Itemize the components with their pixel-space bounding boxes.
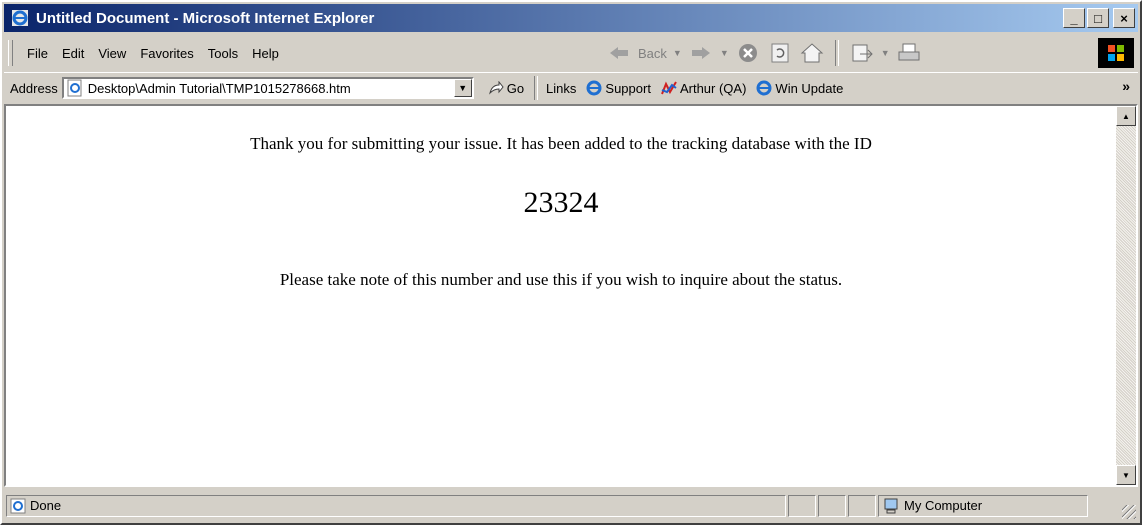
status-bar: Done My Computer (4, 490, 1138, 521)
status-cell-2 (818, 494, 846, 517)
print-icon[interactable] (896, 40, 922, 66)
links-label[interactable]: Links (546, 81, 576, 96)
status-text: Done (30, 498, 62, 513)
security-zone: My Computer (878, 494, 1088, 517)
minimize-button[interactable]: _ (1063, 8, 1085, 28)
forward-dropdown-icon[interactable]: ▼ (720, 48, 729, 58)
links-separator (534, 76, 539, 100)
menu-grip[interactable] (8, 40, 13, 66)
ie-link-icon (586, 80, 602, 96)
computer-icon (884, 498, 898, 513)
refresh-icon[interactable] (767, 40, 793, 66)
scroll-down-button[interactable]: ▼ (1116, 465, 1136, 485)
chart-link-icon (661, 81, 677, 95)
mail-icon[interactable] (849, 40, 875, 66)
ie-link-icon (756, 80, 772, 96)
page-icon (66, 79, 84, 97)
back-dropdown-icon[interactable]: ▼ (673, 48, 682, 58)
link-win-update-label: Win Update (775, 80, 844, 96)
windows-logo-icon (1098, 38, 1134, 68)
address-label: Address (10, 80, 58, 96)
link-win-update[interactable]: Win Update (756, 80, 843, 96)
address-value[interactable]: Desktop\Admin Tutorial\TMP1015278668.htm (88, 81, 448, 96)
browser-window: Untitled Document - Microsoft Internet E… (0, 0, 1142, 525)
menu-tools[interactable]: Tools (208, 46, 238, 61)
menu-edit[interactable]: Edit (62, 46, 84, 61)
security-zone-label: My Computer (904, 498, 983, 513)
page-content: Thank you for submitting your issue. It … (6, 106, 1116, 485)
status-panel: Done (6, 494, 786, 517)
back-arrow-icon[interactable] (606, 40, 632, 66)
mail-dropdown-icon[interactable]: ▼ (881, 48, 890, 58)
page-viewport: Thank you for submitting your issue. It … (4, 104, 1138, 487)
title-bar[interactable]: Untitled Document - Microsoft Internet E… (4, 4, 1138, 32)
toolbar-separator (834, 40, 839, 66)
address-dropdown-button[interactable]: ▼ (453, 79, 472, 97)
ie-status-icon (10, 498, 26, 513)
links-more-chevron-icon[interactable]: » (1122, 78, 1130, 94)
note-message: Please take note of this number and use … (279, 270, 843, 289)
menu-bar: File Edit View Favorites Tools Help (4, 35, 1138, 71)
confirmation-message: Thank you for submitting your issue. It … (250, 134, 872, 153)
status-cell-3 (848, 494, 876, 517)
standard-toolbar: Back ▼ ▼ ▼ (606, 38, 922, 68)
forward-arrow-icon[interactable] (688, 40, 714, 66)
link-arthur-qa[interactable]: Arthur (QA) (661, 80, 746, 96)
address-input[interactable]: Desktop\Admin Tutorial\TMP1015278668.htm… (61, 77, 474, 99)
scroll-up-button[interactable]: ▲ (1116, 106, 1136, 126)
vertical-scrollbar[interactable]: ▲ ▼ (1116, 106, 1136, 485)
home-icon[interactable] (799, 40, 825, 66)
window-title: Untitled Document - Microsoft Internet E… (36, 9, 375, 27)
go-button[interactable]: Go (488, 81, 524, 96)
status-cell-1 (788, 494, 816, 517)
back-button-label[interactable]: Back (638, 46, 667, 61)
menu-favorites[interactable]: Favorites (140, 46, 193, 61)
address-bar: Address Desktop\Admin Tutorial\TMP101527… (4, 72, 1138, 103)
menu-file[interactable]: File (27, 46, 48, 61)
go-label: Go (506, 80, 525, 96)
link-support[interactable]: Support (586, 80, 651, 96)
close-button[interactable]: × (1113, 8, 1135, 28)
maximize-button[interactable]: □ (1087, 8, 1109, 28)
link-support-label: Support (605, 80, 651, 96)
ie-logo-icon (10, 8, 30, 28)
link-arthur-qa-label: Arthur (QA) (679, 80, 747, 96)
menu-help[interactable]: Help (252, 46, 279, 61)
issue-id: 23324 (523, 186, 599, 219)
menu-view[interactable]: View (98, 46, 126, 61)
go-arrow-icon (488, 81, 504, 95)
stop-icon[interactable] (735, 40, 761, 66)
resize-grip[interactable] (1122, 505, 1136, 519)
